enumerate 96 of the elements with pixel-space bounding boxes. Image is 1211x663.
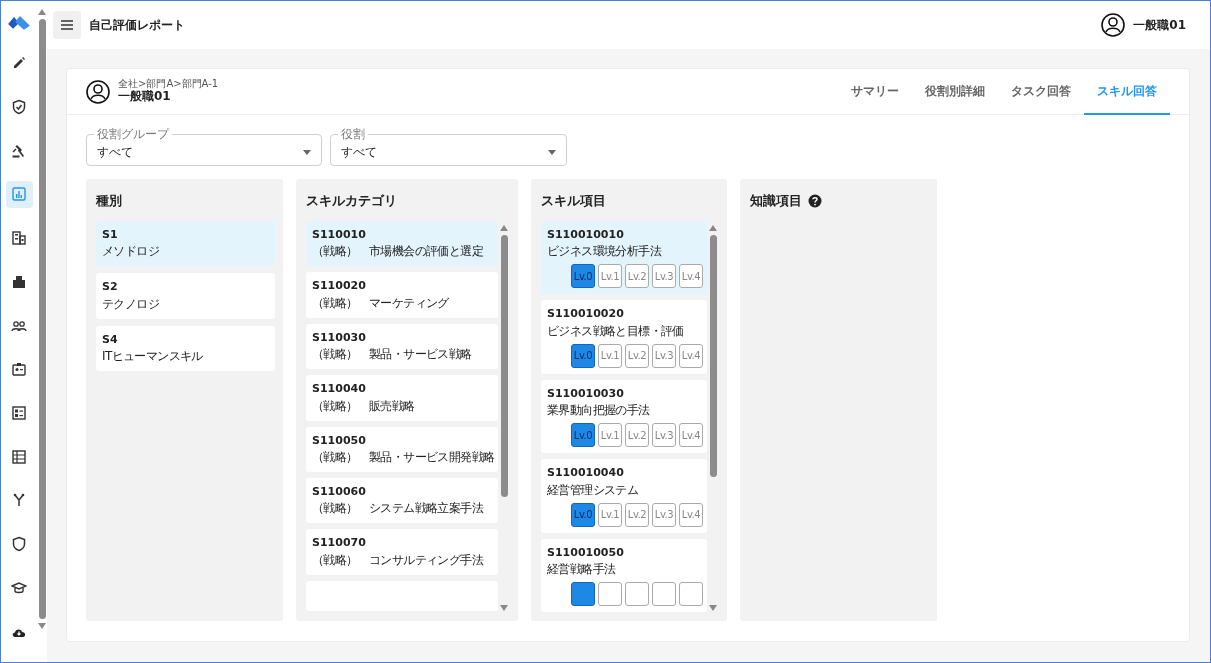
list-item[interactable]: S110040 （戦略） 販売戦略	[306, 375, 498, 421]
shield-check-icon	[11, 98, 27, 115]
item-name: （戦略） 製品・サービス開発戦略	[312, 448, 494, 466]
menu-icon	[59, 17, 75, 33]
tab[interactable]: サマリー	[838, 68, 912, 115]
breadcrumb: 全社>部門A>部門A-1	[118, 78, 219, 90]
item-name: （戦略） システム戦略立案手法	[312, 500, 485, 518]
level-button[interactable]: Lv.3	[652, 423, 676, 448]
level-button[interactable]: Lv.0	[571, 423, 595, 448]
list-item[interactable]: S2 テクノロジ	[96, 273, 275, 319]
list-item[interactable]: S4 ITヒューマンスキル	[96, 325, 275, 372]
level-button[interactable]: Lv.1	[598, 423, 622, 448]
tab[interactable]: タスク回答	[998, 68, 1084, 115]
item-name: テクノロジ	[102, 295, 160, 313]
panel-title: スキル項目	[541, 192, 606, 211]
level-button[interactable]: Lv.0	[571, 343, 595, 368]
item-name: 経営管理システム	[547, 481, 640, 499]
shield-icon	[11, 536, 27, 553]
panel-title: 知識項目	[750, 192, 802, 211]
menu-button[interactable]	[53, 11, 81, 39]
level-button[interactable]: Lv.2	[625, 423, 649, 448]
level-button[interactable]: Lv.3	[652, 264, 676, 289]
level-button[interactable]: Lv.1	[598, 343, 622, 368]
item-code: S1	[102, 227, 119, 243]
item-name: 業界動向把握の手法	[547, 402, 651, 420]
level-button[interactable]: Lv.0	[571, 502, 595, 527]
level-button[interactable]: Lv.2	[625, 264, 649, 289]
help-icon	[808, 194, 822, 208]
item-code: S110010020	[547, 306, 625, 322]
item-code: S4	[102, 331, 119, 348]
item-name: ITヒューマンスキル	[102, 348, 204, 366]
level-button[interactable]: Lv.1	[598, 264, 622, 289]
level-button[interactable]: Lv.4	[679, 264, 703, 289]
list-item[interactable]: S110010010 ビジネス環境分析手法 Lv.0 Lv.1 Lv.2 Lv.3 Lv.4	[541, 221, 707, 295]
page-title: 自己評価レポート	[89, 17, 185, 34]
list-item[interactable]: S110010050 経営戦略手法	[541, 538, 707, 612]
list-item[interactable]: S110020 （戦略） マーケティング	[306, 272, 498, 318]
level-button[interactable]: Lv.4	[679, 343, 703, 368]
fork-icon	[11, 492, 27, 509]
buildings-icon	[11, 273, 27, 290]
panel-title: スキルカテゴリ	[306, 192, 397, 211]
level-button[interactable]: Lv.2	[625, 502, 649, 527]
gavel-icon	[11, 142, 27, 159]
item-name: メソドロジ	[102, 243, 160, 261]
item-name: ビジネス戦略と目標・評価	[547, 322, 685, 340]
item-code: S110010	[312, 227, 367, 243]
list-item[interactable]: S110010020 ビジネス戦略と目標・評価 Lv.0 Lv.1 Lv.2 Lv.3 Lv.4	[541, 300, 707, 374]
list-item[interactable]: S110010 （戦略） 市場機会の評価と選定	[306, 221, 498, 267]
item-code: S110010040	[547, 465, 625, 481]
level-button[interactable]: Lv.0	[571, 264, 595, 289]
profile-name: 一般職01	[118, 89, 172, 105]
item-code: S110020	[312, 278, 367, 294]
item-name: ビジネス環境分析手法	[547, 243, 663, 261]
building-icon	[11, 230, 27, 247]
list-item[interactable]: S1 メソドロジ	[96, 221, 275, 267]
level-button[interactable]: Lv.3	[652, 343, 676, 368]
item-code: S110010010	[547, 227, 625, 243]
avatar-icon[interactable]	[1101, 13, 1126, 37]
item-code: S110070	[312, 535, 367, 551]
avatar-icon	[86, 79, 110, 104]
level-button[interactable]: Lv.2	[625, 343, 649, 368]
table-icon	[11, 448, 27, 465]
graduation-cap-icon	[11, 579, 27, 596]
item-code: S110060	[312, 483, 367, 500]
bar-chart-icon	[11, 186, 27, 203]
user-name[interactable]: 一般職01	[1133, 16, 1186, 34]
item-name: （戦略） マーケティング	[312, 294, 450, 312]
list-item[interactable]: S110070 （戦略） コンサルティング手法	[306, 529, 498, 575]
tab[interactable]: スキル回答	[1084, 68, 1170, 115]
level-button[interactable]	[571, 581, 595, 606]
list-item[interactable]: S110010030 業界動向把握の手法 Lv.0 Lv.1 Lv.2 Lv.3 Lv.4	[541, 379, 707, 454]
item-name: 経営戦略手法	[547, 560, 617, 578]
item-name: （戦略） 販売戦略	[312, 397, 416, 415]
level-button[interactable]: Lv.3	[652, 502, 676, 527]
list-item[interactable]: S110030 （戦略） 製品・サービス戦略	[306, 323, 498, 370]
item-code: S110040	[312, 381, 367, 397]
select-field[interactable]: 役割 すべて	[330, 128, 567, 166]
level-button[interactable]: Lv.1	[598, 502, 622, 527]
item-code: S110010030	[547, 385, 625, 402]
list-item[interactable]: S110060 （戦略） システム戦略立案手法	[306, 477, 498, 524]
item-code: S110050	[312, 432, 367, 448]
item-name: （戦略） 製品・サービス戦略	[312, 346, 473, 364]
id-card-icon	[11, 361, 27, 378]
list-item[interactable]: S110010040 経営管理システム Lv.0 Lv.1 Lv.2 Lv.3 Lv.4	[541, 459, 707, 533]
item-code: S110010050	[547, 544, 625, 560]
level-button[interactable]: Lv.4	[679, 423, 703, 448]
item-code: S2	[102, 279, 119, 295]
item-code: S110030	[312, 329, 367, 346]
item-name: （戦略） 市場機会の評価と選定	[312, 243, 484, 261]
tab[interactable]: 役割別詳細	[912, 68, 998, 115]
list-icon	[11, 405, 27, 421]
list-item[interactable]: S110050 （戦略） 製品・サービス開発戦略	[306, 426, 498, 472]
level-button[interactable]: Lv.4	[679, 502, 703, 527]
select-field[interactable]: 役割グループ すべて	[86, 128, 322, 166]
panel-title: 種別	[96, 192, 122, 211]
item-name: （戦略） コンサルティング手法	[312, 551, 485, 569]
